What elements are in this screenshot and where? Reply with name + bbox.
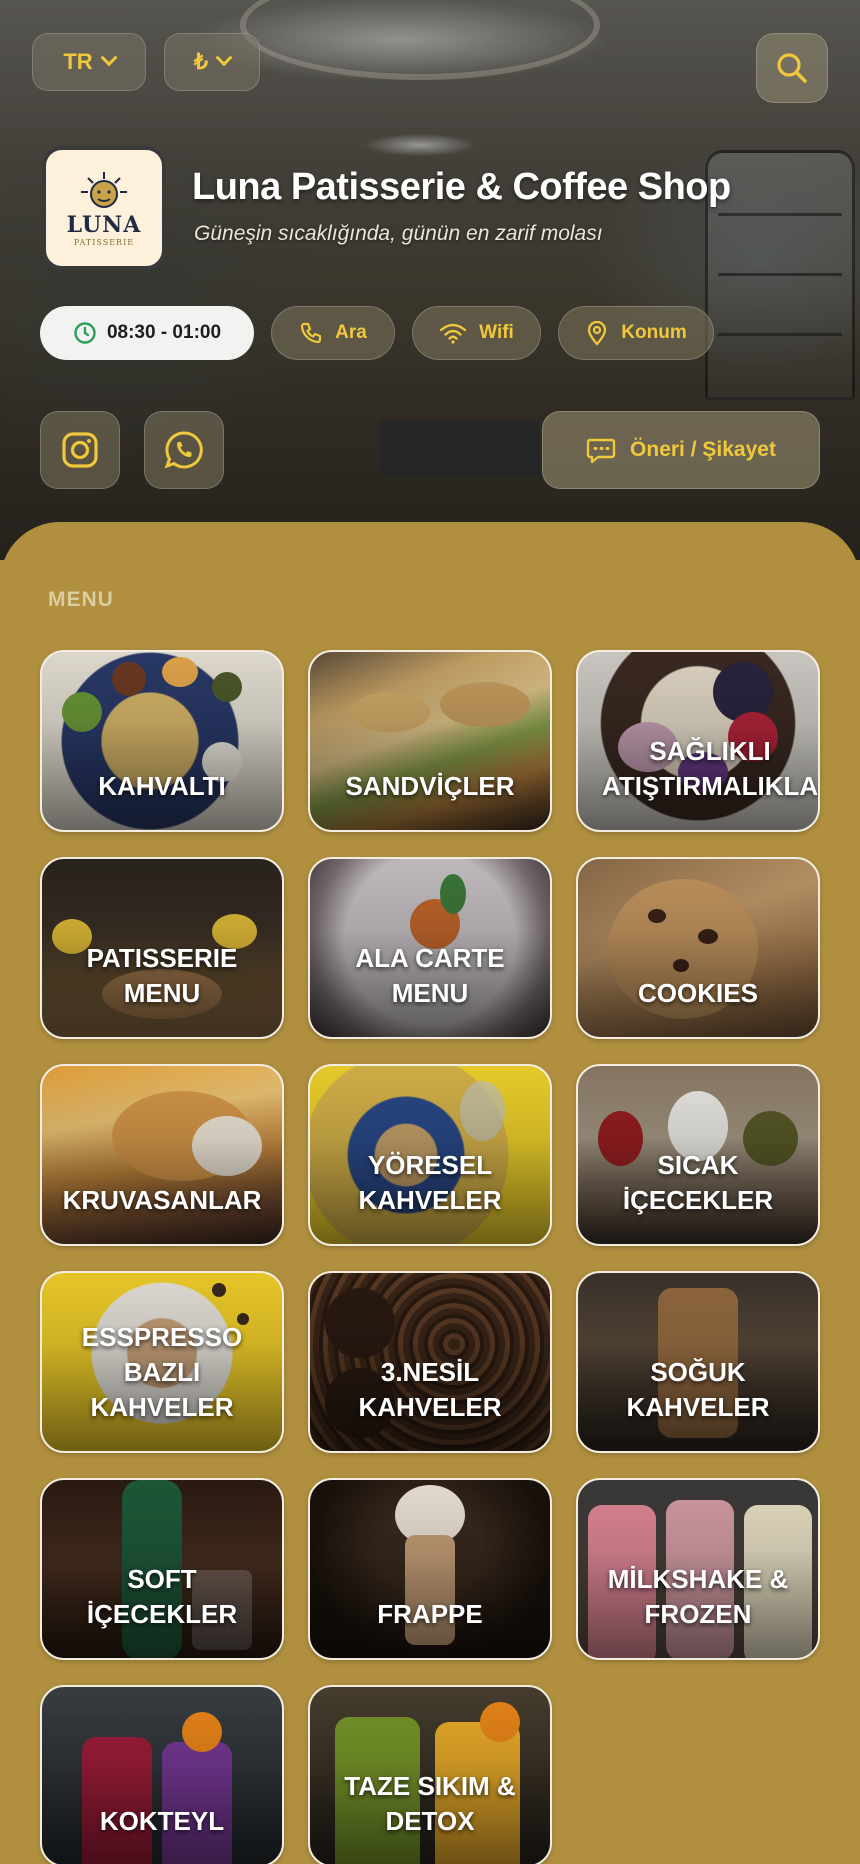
brand-logo: LUNA PATISSERIE [42,146,166,270]
category-label: YÖRESEL KAHVELER [358,1150,502,1215]
category-card-kokteyl[interactable]: KOKTEYL [40,1685,284,1864]
menu-category-grid: KAHVALTI SANDVİÇLER SAĞLIKLI ATIŞTIRMALI… [40,650,820,1864]
search-icon [777,53,807,83]
category-card-saglikli-atistirmaliklar[interactable]: SAĞLIKLI ATIŞTIRMALIKLA [576,650,820,832]
search-button[interactable] [756,33,828,103]
feedback-button[interactable]: Öneri / Şikayet [542,411,820,489]
feedback-label: Öneri / Şikayet [630,438,776,461]
page-subtitle: Güneşin sıcaklığında, günün en zarif mol… [194,222,603,245]
opening-hours-text: 08:30 - 01:00 [106,322,222,343]
category-label: ESSPRESSO BAZLI KAHVELER [81,1322,243,1422]
language-value: TR [63,49,93,74]
currency-select[interactable]: ₺ [164,33,260,91]
category-label: KRUVASANLAR [62,1185,262,1215]
category-card-soguk-kahveler[interactable]: SOĞUK KAHVELER [576,1271,820,1453]
map-pin-icon [588,320,607,346]
logo-wordmark: LUNA [66,211,142,238]
category-card-cookies[interactable]: COOKIES [576,857,820,1039]
sun-face-icon [81,171,127,208]
category-label: FRAPPE [377,1599,483,1629]
call-button[interactable]: Ara [271,306,395,360]
instagram-icon [62,432,98,468]
category-label: COOKIES [638,978,758,1008]
location-label: Konum [621,322,687,343]
category-card-3-nesil-kahveler[interactable]: 3.NESİL KAHVELER [308,1271,552,1453]
category-label: SANDVİÇLER [345,771,515,801]
category-label: ALA CARTE MENU [355,943,505,1008]
category-label: MİLKSHAKE & FROZEN [607,1564,789,1629]
page-title: Luna Patisserie & Coffee Shop [192,166,731,208]
category-card-kruvasanlar[interactable]: KRUVASANLAR [40,1064,284,1246]
menu-heading: MENU [48,588,114,611]
category-label: TAZE SIKIM & DETOX [344,1771,516,1836]
category-label: KAHVALTI [98,771,226,801]
category-label: SOĞUK KAHVELER [626,1357,770,1422]
category-card-patisserie-menu[interactable]: PATISSERIE MENU [40,857,284,1039]
location-button[interactable]: Konum [558,306,714,360]
ceiling-ring [240,0,600,80]
category-card-espresso-bazli-kahveler[interactable]: ESSPRESSO BAZLI KAHVELER [40,1271,284,1453]
message-icon [586,438,616,464]
logo-subtext: PATISSERIE [73,237,135,247]
whatsapp-button[interactable] [144,411,224,489]
category-label: SOFT İÇECEKLER [86,1564,238,1629]
wifi-icon [439,323,467,344]
category-card-yoresel-kahveler[interactable]: YÖRESEL KAHVELER [308,1064,552,1246]
category-card-sandvicler[interactable]: SANDVİÇLER [308,650,552,832]
chevron-down-icon [100,49,118,67]
instagram-button[interactable] [40,411,120,489]
wifi-button[interactable]: Wifi [412,306,541,360]
opening-hours-badge: 08:30 - 01:00 [40,306,254,360]
floor-rug [380,420,540,476]
phone-icon [301,322,322,344]
category-label: SICAK İÇECEKLER [622,1150,774,1215]
whatsapp-icon [164,431,203,469]
category-card-milkshake-frozen[interactable]: MİLKSHAKE & FROZEN [576,1478,820,1660]
category-label: 3.NESİL KAHVELER [358,1357,502,1422]
category-label: PATISSERIE MENU [86,943,238,1008]
category-label: SAĞLIKLI ATIŞTIRMALIKLA [602,736,819,801]
call-label: Ara [335,322,367,343]
category-card-taze-sikim-detox[interactable]: TAZE SIKIM & DETOX [308,1685,552,1864]
currency-value: ₺ [194,49,208,74]
wifi-label: Wifi [479,322,514,343]
category-card-soft-icecekler[interactable]: SOFT İÇECEKLER [40,1478,284,1660]
category-label: KOKTEYL [99,1806,225,1836]
category-card-ala-carte-menu[interactable]: ALA CARTE MENU [308,857,552,1039]
chevron-down-icon [215,49,233,67]
language-select[interactable]: TR [32,33,146,91]
category-card-frappe[interactable]: FRAPPE [308,1478,552,1660]
category-card-sicak-icecekler[interactable]: SICAK İÇECEKLER [576,1064,820,1246]
category-card-kahvalti[interactable]: KAHVALTI [40,650,284,832]
clock-icon [74,322,96,344]
